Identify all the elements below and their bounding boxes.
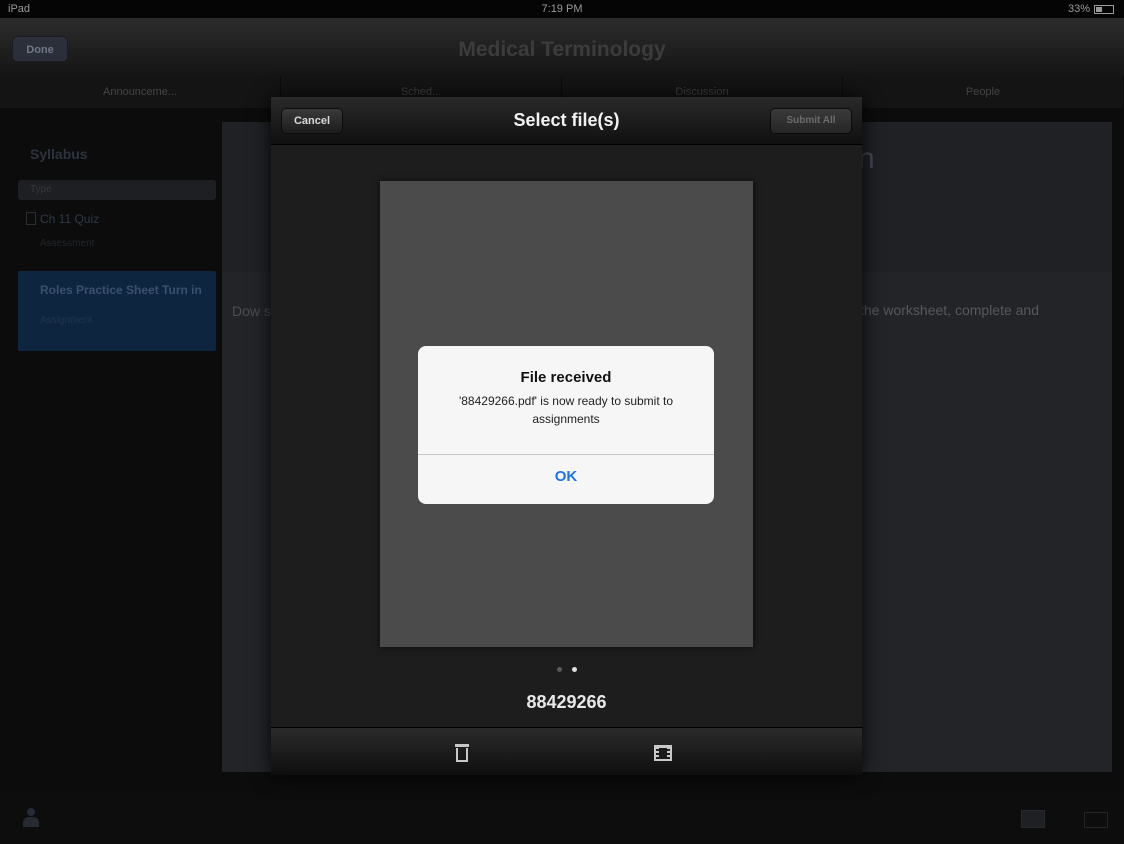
alert-message: '88429266.pdf' is now ready to submit to… [458,394,674,426]
tab-announcements[interactable]: Announceme... [0,76,281,108]
syllabus-sidebar: Syllabus Type Ch 11 Quiz Assessment Role… [18,122,216,772]
mail-icon[interactable] [1084,812,1108,828]
content-text-right: the worksheet, complete and [860,302,1039,318]
sidebar-item-sub: Assessment [40,238,95,249]
alert-title: File received [520,369,612,386]
page-indicator[interactable] [271,667,862,672]
sidebar-item-quiz[interactable]: Ch 11 Quiz [18,212,216,226]
sidebar-item-sub: Assignment [40,315,93,326]
image-icon[interactable] [1021,810,1045,828]
nav-bar: Done Medical Terminology [0,18,1124,76]
ok-button[interactable]: OK [418,455,714,504]
sheet-footer [271,727,862,775]
page-dot [556,667,562,672]
file-received-alert: File received '88429266.pdf' is now read… [418,346,714,504]
battery-percent: 33% [1067,3,1090,15]
status-bar: iPad 7:19 PM 33% [0,0,1124,18]
nav-title: Medical Terminology [458,38,666,61]
person-icon[interactable] [22,808,40,828]
trash-icon[interactable] [455,744,469,762]
page-dot-active [571,667,577,672]
sidebar-item-selected[interactable]: Roles Practice Sheet Turn in Assignment [18,271,216,351]
battery-indicator: 33% [1068,3,1114,15]
sidebar-filter[interactable]: Type [18,180,216,200]
clock-time: 7:19 PM [541,3,583,15]
sidebar-item-label: Roles Practice Sheet Turn in [40,283,202,297]
bottom-toolbar [0,794,1124,844]
battery-icon [1094,4,1114,14]
sidebar-item-label: Ch 11 Quiz [40,212,100,226]
file-name-label: 88429266 [526,692,607,712]
document-icon [26,212,36,225]
sheet-header: Cancel Select file(s) Submit All [271,97,862,145]
film-strip-icon[interactable] [654,745,672,761]
sidebar-title: Syllabus [30,146,88,162]
submit-button[interactable]: Submit All [770,108,852,134]
tab-people[interactable]: People [843,76,1124,108]
